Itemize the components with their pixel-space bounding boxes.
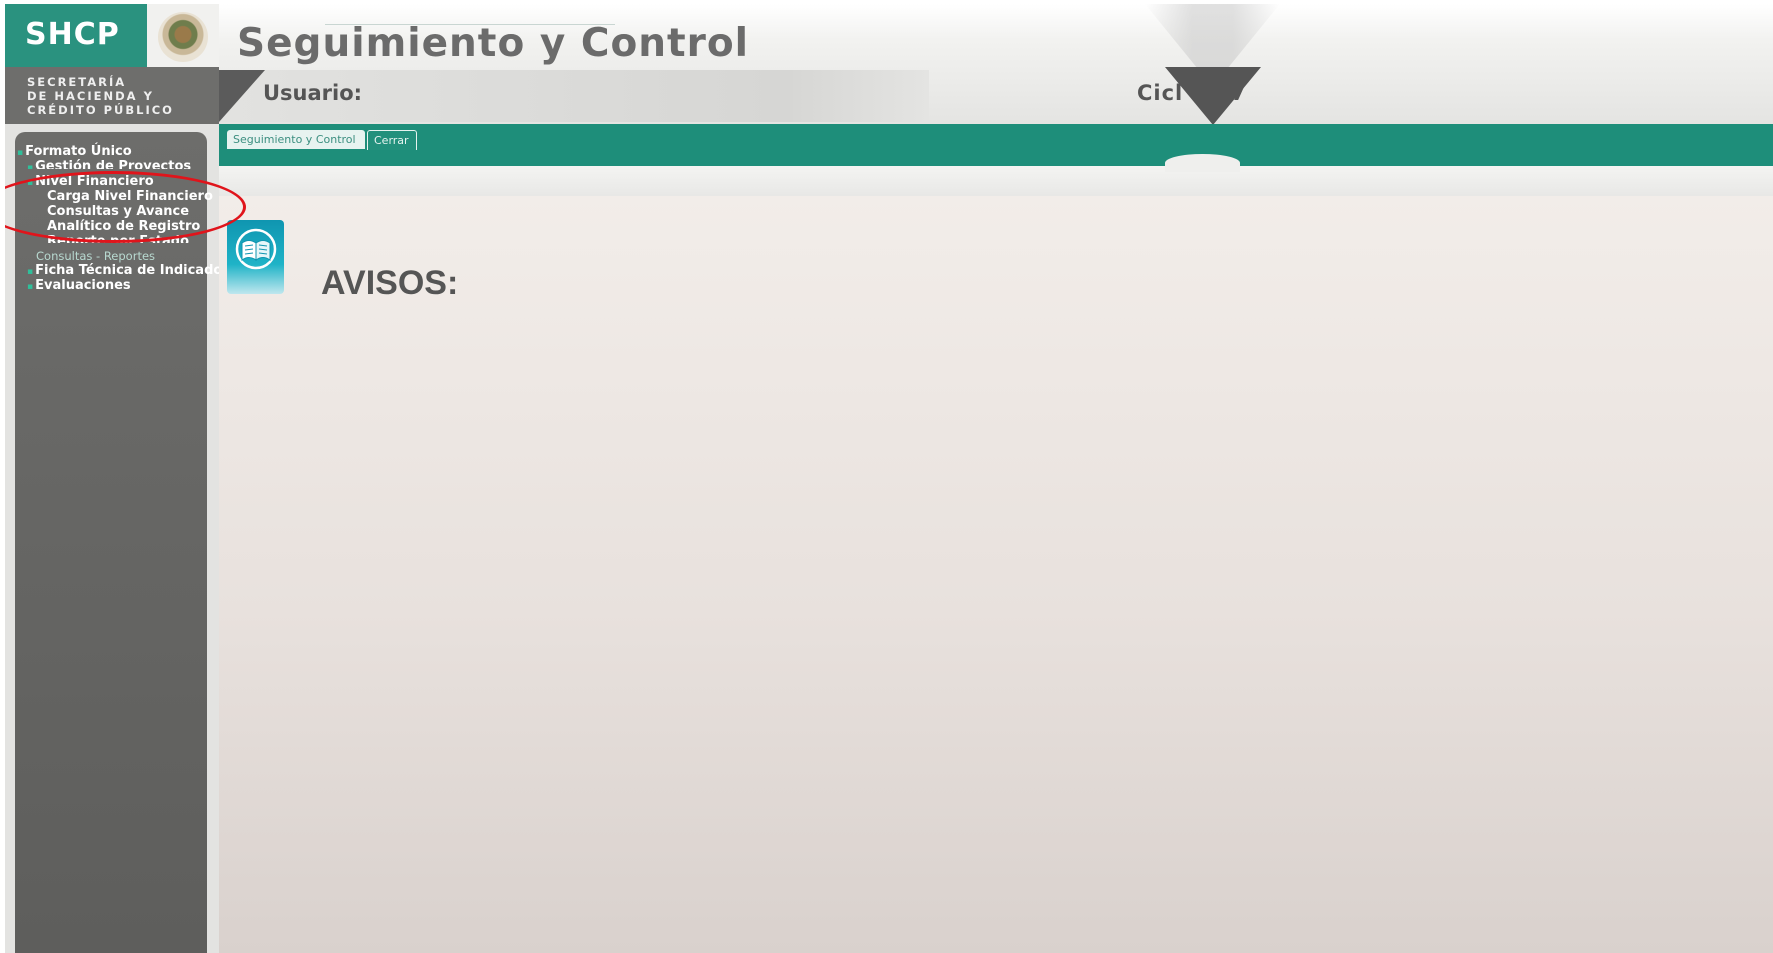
mexican-coat-of-arms-icon (158, 12, 208, 62)
secretaria-label: SECRETARÍA DE HACIENDA Y CRÉDITO PÚBLICO (5, 67, 219, 124)
user-label: Usuario: (263, 81, 363, 105)
avisos-heading: AVISOS: (321, 264, 459, 302)
book-icon (227, 220, 284, 294)
header-v-decoration (1165, 67, 1261, 125)
secretaria-line-1: SECRETARÍA (27, 75, 127, 89)
sidebar-item-label: Evaluaciones (35, 278, 131, 293)
tab-cerrar[interactable]: Cerrar (367, 130, 417, 150)
nav-shadow (219, 166, 1773, 196)
sidebar-item-evaluaciones[interactable]: ▪ Evaluaciones (27, 278, 131, 295)
sidebar-item-label: Formato Único (25, 144, 132, 159)
main-content (219, 196, 1773, 953)
bullet-icon: ▪ (27, 163, 34, 169)
sidebar-item-label: Gestión de Proyectos (35, 159, 192, 169)
book-icon-glyph (235, 228, 277, 270)
shcp-logo[interactable]: SHCP (5, 4, 147, 67)
app-window: Seguimiento y Control Usuario: Cicl 20 7… (5, 4, 1773, 953)
bullet-icon: ▪ (27, 267, 34, 277)
sidebar-item-label: Ficha Técnica de Indicadores (35, 263, 219, 278)
secretaria-line-2: DE HACIENDA Y (27, 89, 154, 103)
nav-dip-decoration (1165, 154, 1240, 172)
secretaria-line-3: CRÉDITO PÚBLICO (27, 103, 174, 117)
sidebar-item-consultas-reportes[interactable]: Consultas - Reportes (36, 249, 155, 264)
tab-seguimiento-y-control[interactable]: Seguimiento y Control (227, 130, 365, 149)
bullet-icon: ▪ (27, 282, 34, 292)
shcp-logo-text: SHCP (25, 17, 120, 52)
page-title: Seguimiento y Control (237, 21, 750, 66)
bullet-icon: ▪ (17, 148, 24, 158)
user-bar-notch (219, 70, 265, 122)
sidebar-item-gestion-de-proyectos[interactable]: ▪ Gestión de Proyectos (27, 159, 191, 169)
